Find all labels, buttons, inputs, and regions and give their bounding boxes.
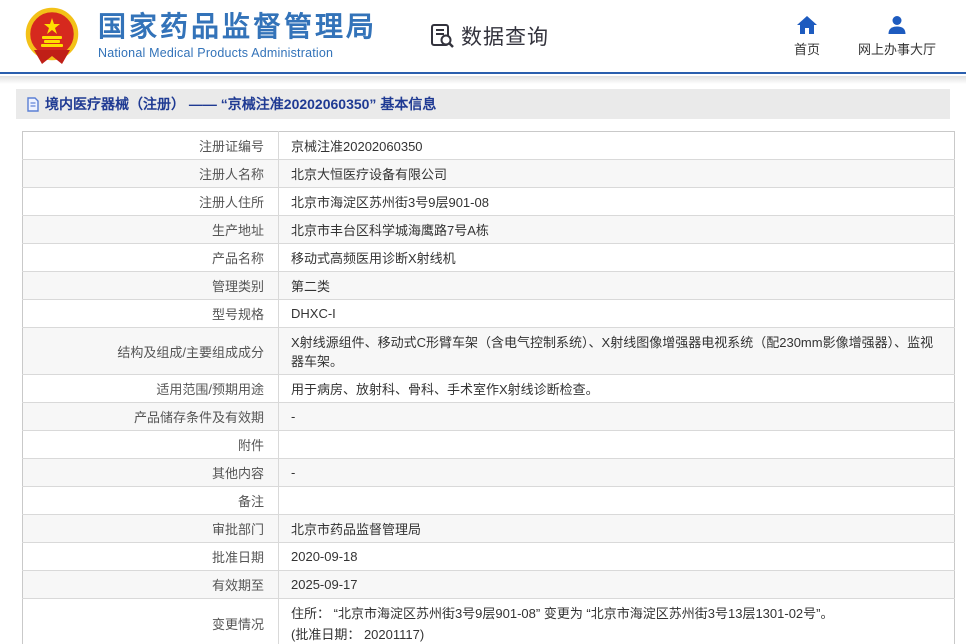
row-value-text: 2025-09-17 xyxy=(291,577,358,592)
row-label: 其他内容 xyxy=(22,458,279,487)
row-value: X射线源组件、移动式C形臂车架（含电气控制系统）、X射线图像增强器电视系统（配2… xyxy=(278,327,955,375)
row-value xyxy=(278,486,955,515)
row-value: 北京大恒医疗设备有限公司 xyxy=(278,159,955,188)
row-value-text: 北京市丰台区科学城海鹰路7号A栋 xyxy=(291,223,489,238)
document-search-icon xyxy=(431,24,454,48)
table-row: 注册人名称 北京大恒医疗设备有限公司 xyxy=(22,159,955,188)
row-label: 结构及组成/主要组成成分 xyxy=(22,327,279,375)
brand-title: 国家药品监督管理局 xyxy=(98,11,378,43)
row-value: 北京市丰台区科学城海鹰路7号A栋 xyxy=(278,215,955,244)
table-row: 批准日期 2020-09-18 xyxy=(22,542,955,571)
row-label: 产品储存条件及有效期 xyxy=(22,402,279,431)
row-value: - xyxy=(278,402,955,431)
table-row: 其他内容 - xyxy=(22,458,955,487)
data-query-section[interactable]: 数据查询 xyxy=(429,21,549,51)
header-shadow xyxy=(0,76,966,84)
row-label: 适用范围/预期用途 xyxy=(22,374,279,403)
row-value: 京械注准20202060350 xyxy=(279,132,955,160)
row-value: - xyxy=(278,458,955,487)
table-row: 附件 xyxy=(22,430,955,459)
table-row: 注册证编号 京械注准20202060350 xyxy=(22,131,955,160)
row-value: 2025-09-17 xyxy=(278,570,955,599)
row-value-text: 京械注准20202060350 xyxy=(291,139,423,154)
row-value xyxy=(278,430,955,459)
table-row: 变更情况 住所： “北京市海淀区苏州街3号9层901-08” 变更为 “北京市海淀… xyxy=(22,598,955,644)
national-emblem-logo xyxy=(25,7,79,64)
row-label: 注册证编号 xyxy=(22,131,279,160)
row-label: 产品名称 xyxy=(22,243,279,272)
breadcrumb: 境内医疗器械（注册） —— “京械注准20202060350” 基本信息 xyxy=(16,89,950,119)
row-value: 北京市药品监督管理局 xyxy=(278,514,955,543)
registration-info-table: 注册证编号 京械注准20202060350 注册人名称 北京大恒医疗设备有限公司 注册人… xyxy=(22,131,955,644)
row-value-text: DHXC-I xyxy=(291,306,336,321)
row-value-text: 北京市海淀区苏州街3号9层901-08 xyxy=(291,195,489,210)
row-value: 住所： “北京市海淀区苏州街3号9层901-08” 变更为 “北京市海淀区苏州街… xyxy=(278,598,955,644)
row-label: 批准日期 xyxy=(22,542,279,571)
nav-online-service-hall[interactable]: 网上办事大厅 xyxy=(858,15,936,58)
nav-online-service-hall-label: 网上办事大厅 xyxy=(857,41,936,57)
row-value: DHXC-I xyxy=(278,299,955,328)
row-label: 型号规格 xyxy=(22,299,279,328)
nav-home-label: 首页 xyxy=(793,41,820,57)
page-header: 国家药品监督管理局 National Medical Products Admi… xyxy=(0,0,966,74)
brand-subtitle: National Medical Products Administration xyxy=(98,45,334,60)
table-row: 产品储存条件及有效期 - xyxy=(22,402,955,431)
row-label: 管理类别 xyxy=(22,271,279,300)
row-value-text: 第二类 xyxy=(291,279,331,294)
row-label: 注册人名称 xyxy=(22,159,279,188)
nav-home[interactable]: 首页 xyxy=(794,15,820,58)
row-value-text: 用于病房、放射科、骨科、手术室作X射线诊断检查。 xyxy=(291,382,599,397)
table-row: 审批部门 北京市药品监督管理局 xyxy=(22,514,955,543)
table-row: 注册人住所 北京市海淀区苏州街3号9层901-08 xyxy=(22,187,955,216)
table-row: 结构及组成/主要组成成分 X射线源组件、移动式C形臂车架（含电气控制系统）、X射线… xyxy=(22,327,955,375)
row-label: 变更情况 xyxy=(22,598,279,644)
page-icon xyxy=(27,96,39,112)
row-value-text: 住所： “北京市海淀区苏州街3号9层901-08” 变更为 “北京市海淀区苏州街… xyxy=(291,606,834,621)
user-icon xyxy=(888,15,906,34)
row-label: 备注 xyxy=(22,486,279,515)
row-value-text: - xyxy=(291,465,296,480)
header-nav: 首页 网上办事大厅 xyxy=(794,15,936,58)
row-value-text: X射线源组件、移动式C形臂车架（含电气控制系统）、X射线图像增强器电视系统（配2… xyxy=(291,335,934,369)
row-label: 注册人住所 xyxy=(22,187,279,216)
home-icon xyxy=(796,15,817,34)
table-row: 有效期至 2025-09-17 xyxy=(22,570,955,599)
row-value: 2020-09-18 xyxy=(278,542,955,571)
brand-block: 国家药品监督管理局 National Medical Products Admi… xyxy=(98,11,378,60)
data-query-label: 数据查询 xyxy=(461,26,550,49)
table-row: 型号规格 DHXC-I xyxy=(22,299,955,328)
row-value-text: - xyxy=(291,409,296,424)
row-label: 附件 xyxy=(22,430,279,459)
row-value: 第二类 xyxy=(278,271,955,300)
table-row: 适用范围/预期用途 用于病房、放射科、骨科、手术室作X射线诊断检查。 xyxy=(22,374,955,403)
row-value-text: 北京大恒医疗设备有限公司 xyxy=(291,167,448,182)
row-value-text: 2020-09-18 xyxy=(291,549,358,564)
row-value-text: 移动式高频医用诊断X射线机 xyxy=(291,251,456,266)
table-row: 生产地址 北京市丰台区科学城海鹰路7号A栋 xyxy=(22,215,955,244)
row-value: 移动式高频医用诊断X射线机 xyxy=(278,243,955,272)
table-row: 备注 xyxy=(22,486,955,515)
row-value-text: 北京市药品监督管理局 xyxy=(291,522,422,537)
row-label: 有效期至 xyxy=(22,570,279,599)
row-value-text-line2: (批准日期： 20201117) xyxy=(291,627,425,642)
row-value: 北京市海淀区苏州街3号9层901-08 xyxy=(278,187,955,216)
table-row: 产品名称 移动式高频医用诊断X射线机 xyxy=(22,243,955,272)
table-row: 管理类别 第二类 xyxy=(22,271,955,300)
row-label: 生产地址 xyxy=(22,215,279,244)
row-label: 审批部门 xyxy=(22,514,279,543)
row-value: 用于病房、放射科、骨科、手术室作X射线诊断检查。 xyxy=(278,374,955,403)
page-title: 境内医疗器械（注册） —— “京械注准20202060350” 基本信息 xyxy=(45,96,437,112)
